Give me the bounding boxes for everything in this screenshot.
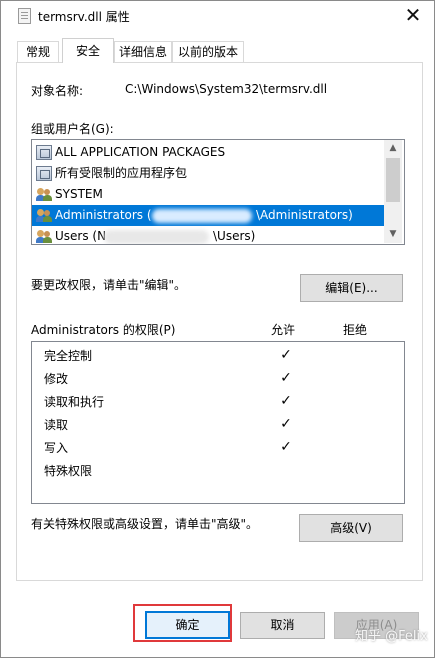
allow-check-icon: ✓	[280, 416, 292, 432]
permissions-title: Administrators 的权限(P)	[31, 323, 176, 337]
allow-check-icon: ✓	[280, 370, 292, 386]
group-user-list[interactable]: ALL APPLICATION PACKAGES 所有受限制的应用程序包 SYS…	[31, 139, 405, 245]
advanced-hint-text: 有关特殊权限或高级设置，请单击"高级"。	[31, 517, 259, 531]
users-icon	[36, 229, 52, 244]
list-item-label-suffix: \Users)	[213, 229, 256, 243]
allow-check-icon: ✓	[280, 347, 292, 363]
allow-check-icon: ✓	[280, 439, 292, 455]
list-item[interactable]: SYSTEM	[32, 184, 388, 205]
users-icon	[36, 208, 52, 223]
scroll-thumb[interactable]	[386, 158, 400, 202]
group-list-label: 组或用户名(G):	[31, 122, 114, 136]
edit-button[interactable]: 编辑(E)...	[300, 274, 403, 302]
redaction-blur	[104, 230, 209, 244]
list-item[interactable]: Users (N \Users)	[32, 226, 388, 244]
permission-row-read: 读取	[44, 418, 69, 432]
list-item-label: ALL APPLICATION PACKAGES	[55, 145, 226, 159]
list-item-label: SYSTEM	[55, 187, 103, 201]
users-icon	[36, 187, 52, 202]
permission-row-read-execute: 读取和执行	[44, 395, 105, 409]
list-item[interactable]: 所有受限制的应用程序包	[32, 163, 388, 184]
redaction-blur	[152, 209, 252, 223]
package-icon	[36, 166, 52, 181]
list-item-label: 所有受限制的应用程序包	[55, 166, 188, 180]
ok-button[interactable]: 确定	[145, 611, 230, 639]
list-item[interactable]: ALL APPLICATION PACKAGES	[32, 142, 388, 163]
list-item-selected[interactable]: Administrators ( \Administrators)	[32, 205, 388, 226]
permission-row-write: 写入	[44, 441, 69, 455]
window-title: termsrv.dll 属性	[38, 10, 130, 24]
package-icon	[36, 145, 52, 160]
watermark: 知乎 @Felix	[355, 629, 428, 644]
list-item-label-suffix: \Administrators)	[256, 208, 353, 222]
list-item-label: Administrators (	[55, 208, 152, 222]
allow-check-icon: ✓	[280, 393, 292, 409]
edit-hint-text: 要更改权限，请单击"编辑"。	[31, 278, 187, 292]
deny-column-header: 拒绝	[343, 323, 368, 337]
list-item-label: Users (N	[55, 229, 107, 243]
tab-previous-versions[interactable]: 以前的版本	[172, 41, 244, 62]
permission-row-special: 特殊权限	[44, 464, 93, 478]
object-name-value: C:\Windows\System32\termsrv.dll	[125, 82, 328, 96]
tab-details[interactable]: 详细信息	[114, 41, 172, 62]
close-button[interactable]: ✕	[398, 1, 428, 29]
cancel-button[interactable]: 取消	[240, 612, 325, 639]
tab-security[interactable]: 安全	[62, 38, 114, 63]
permission-row-modify: 修改	[44, 372, 69, 386]
permission-row-full-control: 完全控制	[44, 349, 93, 363]
tab-general[interactable]: 常规	[17, 41, 59, 62]
file-icon	[18, 8, 31, 24]
object-name-label: 对象名称:	[31, 84, 84, 98]
allow-column-header: 允许	[271, 323, 296, 337]
scroll-up-arrow-icon[interactable]: ▲	[384, 140, 402, 157]
scroll-down-arrow-icon[interactable]: ▼	[384, 226, 402, 243]
advanced-button[interactable]: 高级(V)	[299, 514, 403, 542]
